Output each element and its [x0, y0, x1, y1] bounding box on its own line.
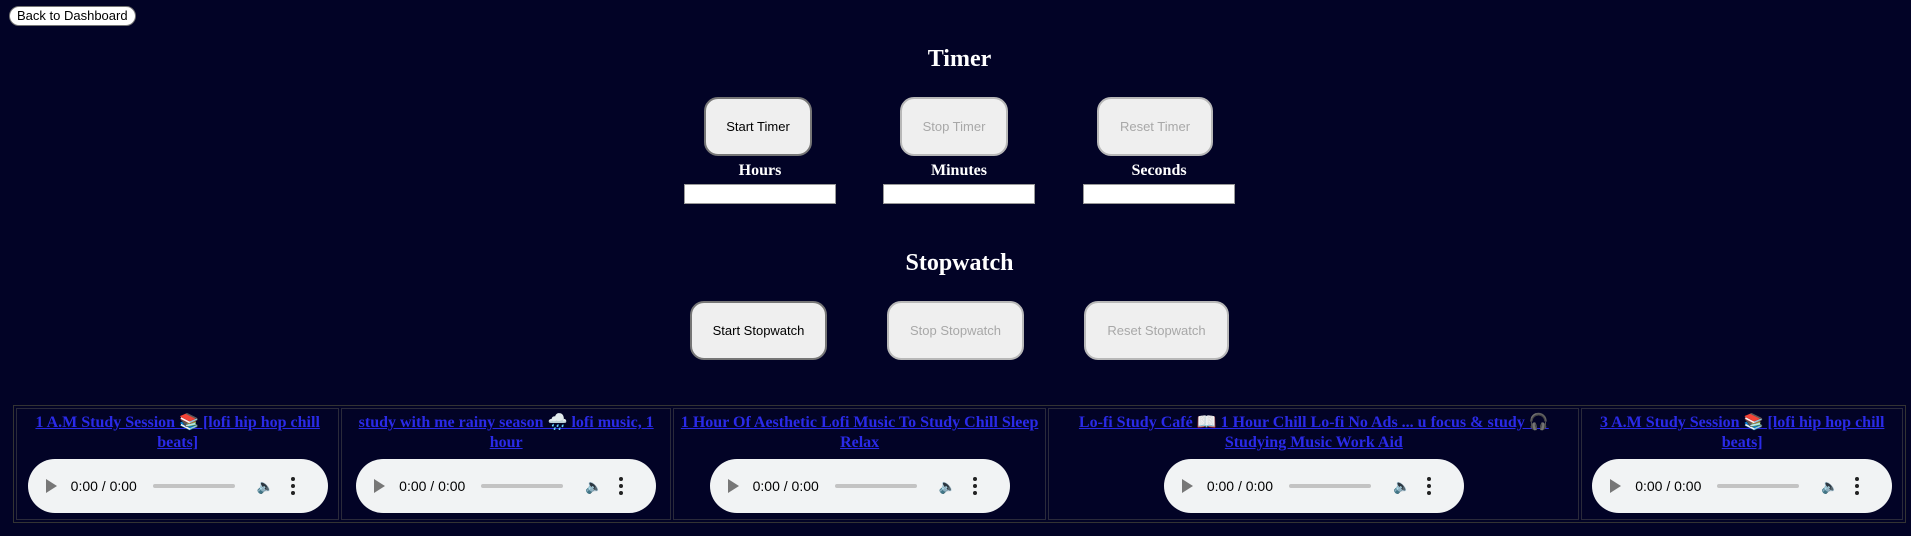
music-table: 1 A.M Study Session 📚 [lofi hip hop chil… [13, 405, 1906, 523]
more-options-icon[interactable] [619, 477, 624, 495]
minutes-label: Minutes [931, 162, 987, 179]
reset-stopwatch-button[interactable]: Reset Stopwatch [1084, 301, 1229, 360]
audio-player[interactable]: 0:00 / 0:00 🔈 [709, 459, 1010, 513]
play-icon[interactable] [727, 479, 739, 493]
time-display: 0:00 / 0:00 [752, 478, 819, 494]
more-options-icon[interactable] [290, 477, 295, 495]
more-options-icon[interactable] [1426, 477, 1431, 495]
seek-bar[interactable] [1717, 484, 1800, 488]
volume-icon[interactable]: 🔈 [585, 478, 605, 494]
seconds-input[interactable] [1083, 184, 1235, 204]
minutes-input[interactable] [883, 184, 1035, 204]
play-icon[interactable] [1181, 479, 1193, 493]
volume-icon[interactable]: 🔈 [257, 478, 277, 494]
music-row: 1 A.M Study Session 📚 [lofi hip hop chil… [16, 408, 1903, 520]
seek-bar[interactable] [152, 484, 235, 488]
stop-stopwatch-button[interactable]: Stop Stopwatch [887, 301, 1024, 360]
seek-bar[interactable] [481, 484, 564, 488]
audio-player[interactable]: 0:00 / 0:00 🔈 [1163, 459, 1464, 513]
start-stopwatch-button[interactable]: Start Stopwatch [690, 301, 827, 360]
time-display: 0:00 / 0:00 [1206, 478, 1273, 494]
play-icon[interactable] [374, 479, 386, 493]
start-timer-button[interactable]: Start Timer [704, 97, 812, 156]
track-link[interactable]: 1 Hour Of Aesthetic Lofi Music To Study … [678, 413, 1041, 453]
time-display: 0:00 / 0:00 [1635, 478, 1702, 494]
track-link[interactable]: Lo-fi Study Café 📖 1 Hour Chill Lo-fi No… [1053, 413, 1574, 453]
seek-bar[interactable] [834, 484, 917, 488]
more-options-icon[interactable] [1855, 477, 1860, 495]
track-cell: Lo-fi Study Café 📖 1 Hour Chill Lo-fi No… [1048, 408, 1580, 520]
audio-player[interactable]: 0:00 / 0:00 🔈 [356, 459, 657, 513]
track-cell: 3 A.M Study Session 📚 [lofi hip hop chil… [1581, 408, 1903, 520]
volume-icon[interactable]: 🔈 [1393, 478, 1413, 494]
play-icon[interactable] [1610, 479, 1622, 493]
time-display: 0:00 / 0:00 [399, 478, 466, 494]
timer-heading: Timer [927, 46, 992, 72]
seek-bar[interactable] [1288, 484, 1371, 488]
more-options-icon[interactable] [972, 477, 977, 495]
hours-input[interactable] [684, 184, 836, 204]
time-display: 0:00 / 0:00 [70, 478, 137, 494]
track-link[interactable]: 3 A.M Study Session 📚 [lofi hip hop chil… [1586, 413, 1898, 453]
back-to-dashboard-button[interactable]: Back to Dashboard [9, 6, 136, 26]
track-link[interactable]: 1 A.M Study Session 📚 [lofi hip hop chil… [21, 413, 334, 453]
reset-timer-button[interactable]: Reset Timer [1097, 97, 1213, 156]
volume-icon[interactable]: 🔈 [939, 478, 959, 494]
audio-player[interactable]: 0:00 / 0:00 🔈 [27, 459, 328, 513]
volume-icon[interactable]: 🔈 [1821, 478, 1841, 494]
track-link[interactable]: study with me rainy season 🌧️ lofi music… [346, 413, 666, 453]
track-cell: 1 Hour Of Aesthetic Lofi Music To Study … [672, 408, 1047, 520]
hours-label: Hours [738, 162, 782, 179]
track-cell: 1 A.M Study Session 📚 [lofi hip hop chil… [16, 408, 340, 520]
stop-timer-button[interactable]: Stop Timer [900, 97, 1008, 156]
seconds-label: Seconds [1131, 162, 1187, 179]
stopwatch-heading: Stopwatch [905, 250, 1014, 276]
track-cell: study with me rainy season 🌧️ lofi music… [341, 408, 671, 520]
play-icon[interactable] [45, 479, 57, 493]
audio-player[interactable]: 0:00 / 0:00 🔈 [1592, 459, 1893, 513]
